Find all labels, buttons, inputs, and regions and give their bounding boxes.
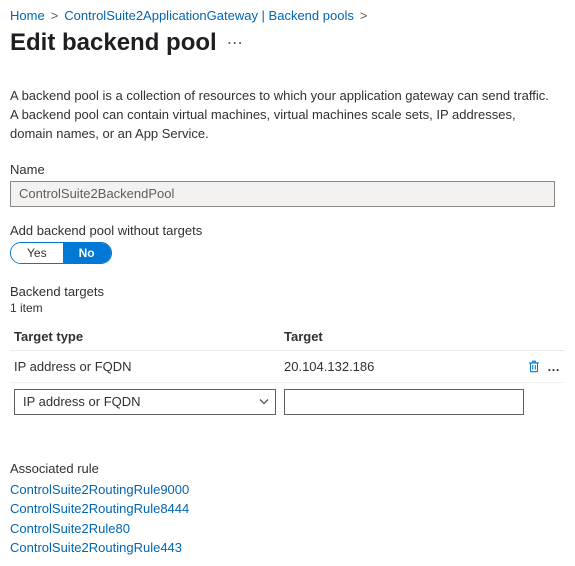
targets-table: Target type Target IP address or FQDN 20… — [10, 323, 565, 415]
row-target-type: IP address or FQDN — [14, 359, 284, 374]
toggle-yes[interactable]: Yes — [11, 243, 63, 263]
associated-rule-link[interactable]: ControlSuite2RoutingRule9000 — [10, 480, 565, 500]
name-label: Name — [10, 162, 565, 177]
associated-rule-link[interactable]: ControlSuite2Rule80 — [10, 519, 565, 539]
new-target-row: IP address or FQDN — [10, 383, 565, 415]
more-actions-button[interactable]: ⋯ — [227, 33, 243, 53]
without-targets-toggle[interactable]: Yes No — [10, 242, 112, 264]
toggle-no[interactable]: No — [63, 243, 111, 263]
without-targets-label: Add backend pool without targets — [10, 223, 565, 238]
name-input[interactable] — [10, 181, 555, 207]
chevron-right-icon: > — [51, 8, 59, 23]
target-type-select-value: IP address or FQDN — [23, 394, 141, 409]
breadcrumb: Home > ControlSuite2ApplicationGateway |… — [10, 8, 565, 23]
table-row: IP address or FQDN 20.104.132.186 … — [10, 351, 565, 383]
breadcrumb-parent[interactable]: ControlSuite2ApplicationGateway | Backen… — [64, 8, 354, 23]
col-target-type: Target type — [14, 329, 284, 344]
associated-rule-link[interactable]: ControlSuite2RoutingRule443 — [10, 538, 565, 558]
row-more-icon[interactable]: … — [547, 359, 561, 374]
target-type-select[interactable]: IP address or FQDN — [14, 389, 276, 415]
delete-icon[interactable] — [527, 359, 541, 373]
breadcrumb-home[interactable]: Home — [10, 8, 45, 23]
chevron-down-icon — [259, 394, 269, 409]
col-target: Target — [284, 329, 517, 344]
target-value-input[interactable] — [284, 389, 524, 415]
associated-rule-heading: Associated rule — [10, 461, 565, 476]
chevron-right-icon: > — [360, 8, 368, 23]
backend-targets-heading: Backend targets — [10, 284, 565, 299]
page-title: Edit backend pool — [10, 29, 217, 57]
item-count: 1 item — [10, 301, 565, 315]
table-header: Target type Target — [10, 323, 565, 351]
row-target-value: 20.104.132.186 — [284, 359, 517, 374]
associated-rule-link[interactable]: ControlSuite2RoutingRule8444 — [10, 499, 565, 519]
description-text: A backend pool is a collection of resour… — [10, 87, 555, 144]
